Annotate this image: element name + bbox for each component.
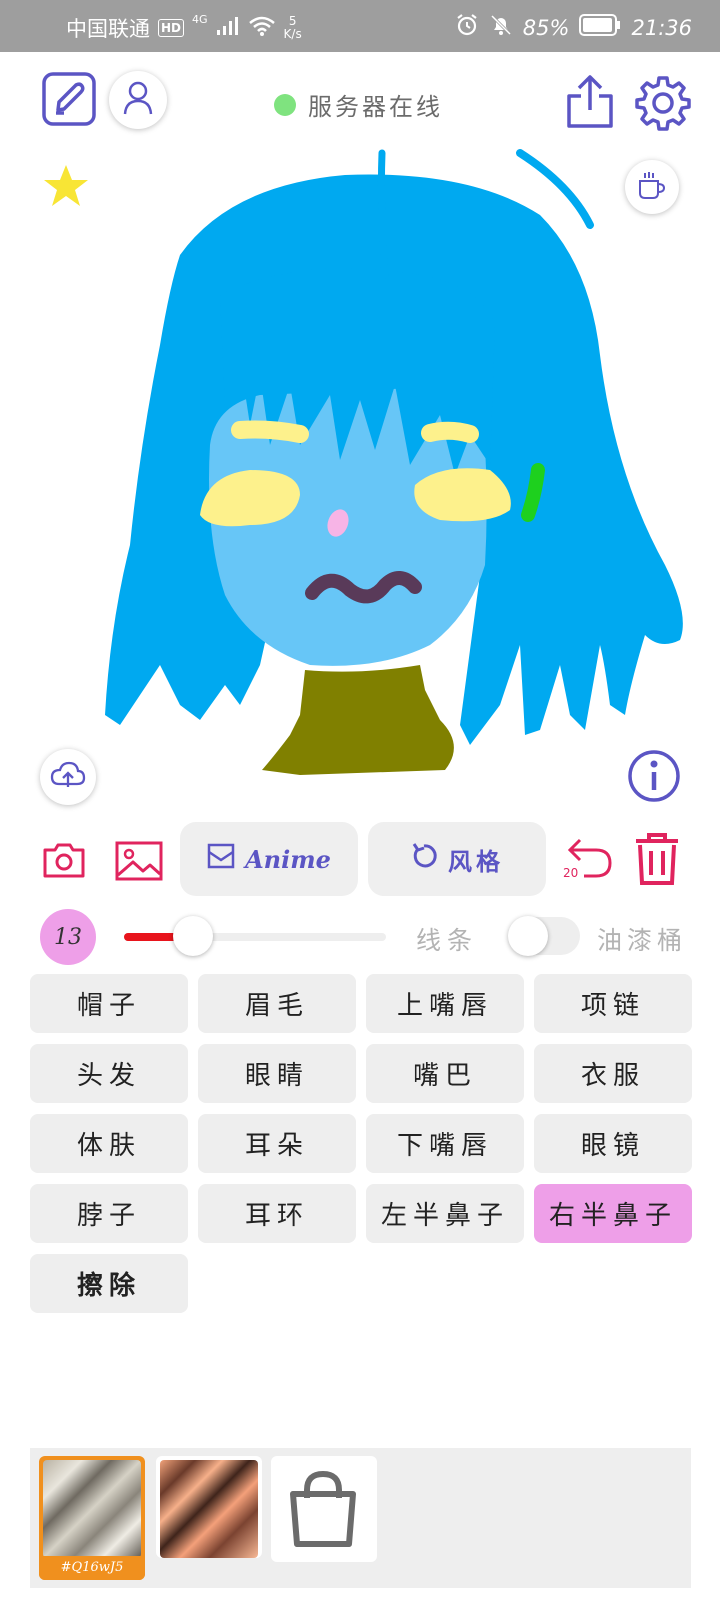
part-button[interactable]: 右半鼻子 (534, 1184, 692, 1243)
part-button[interactable]: 眼睛 (198, 1044, 356, 1103)
left-eyebrow (231, 420, 309, 443)
part-button[interactable]: 头发 (30, 1044, 188, 1103)
speed-value: 5 (288, 14, 297, 28)
upload-button[interactable] (40, 749, 96, 805)
part-button[interactable]: 眉毛 (198, 974, 356, 1033)
server-status: 服务器在线 (274, 87, 443, 122)
bucket-toggle[interactable] (508, 916, 580, 956)
part-button[interactable]: 耳环 (198, 1184, 356, 1243)
coffee-button[interactable] (625, 160, 679, 214)
clock: 21:36 (631, 15, 692, 40)
server-status-dot (274, 93, 296, 116)
battery-icon (579, 14, 621, 41)
part-button[interactable]: 眼镜 (534, 1114, 692, 1173)
style-button-label: 风格 (448, 846, 504, 876)
battery-percent: 85% (522, 15, 570, 40)
style-thumbnail-image (160, 1460, 258, 1558)
drawing-canvas[interactable] (0, 145, 720, 805)
cloud-upload-icon (50, 760, 86, 794)
part-button[interactable]: 衣服 (534, 1044, 692, 1103)
undo-count: 20 (563, 866, 579, 880)
network-speed: 5 K/s (284, 15, 302, 41)
part-button[interactable]: 帽子 (30, 974, 188, 1033)
clothes-shape (262, 665, 454, 775)
info-icon[interactable] (627, 749, 681, 807)
coffee-cup-icon (636, 169, 668, 205)
edit-icon[interactable] (42, 72, 96, 130)
style-thumbnail-caption: #Q16wJ5 (39, 1556, 145, 1580)
toggle-knob (508, 916, 548, 956)
right-eyebrow (421, 421, 479, 443)
part-grid: 帽子 眉毛 上嘴唇 项链头发 眼睛 嘴巴 衣服体肤 耳朵 下嘴唇 眼镜脖子 耳环 左半鼻子 右半鼻子擦除 (30, 974, 692, 1313)
bucket-mode-label: 油漆桶 (597, 926, 688, 955)
mute-bell-icon (489, 13, 513, 42)
part-button[interactable]: 耳朵 (198, 1114, 356, 1173)
brush-size-slider[interactable] (124, 916, 386, 956)
part-button[interactable]: 体肤 (30, 1114, 188, 1173)
server-status-label: 服务器在线 (308, 93, 443, 121)
network-type: 4G (192, 13, 208, 26)
part-button[interactable]: 嘴巴 (366, 1044, 524, 1103)
share-icon[interactable] (565, 74, 615, 134)
anime-model-button[interactable]: Anime (180, 822, 358, 896)
wifi-icon (248, 16, 276, 41)
gallery-image-icon[interactable] (115, 841, 163, 885)
signal-icon (216, 16, 240, 41)
hd-badge: HD (158, 19, 185, 37)
slider-thumb[interactable] (173, 916, 213, 956)
favorite-star-icon[interactable] (42, 163, 90, 213)
part-button[interactable]: 左半鼻子 (366, 1184, 524, 1243)
line-mode-label: 线条 (416, 926, 479, 955)
brush-size-indicator: 13 (40, 909, 96, 965)
right-eye (414, 468, 511, 522)
style-button[interactable]: 风格 (368, 822, 546, 896)
status-bar: 中国联通 HD 4G 5 K/s 85% 21:36 (0, 0, 720, 52)
delete-trash-icon[interactable] (632, 831, 682, 891)
refresh-icon (410, 842, 438, 876)
style-thumbnail-image (43, 1460, 141, 1558)
anime-model-label: Anime (245, 844, 331, 874)
camera-icon[interactable] (42, 841, 86, 883)
envelope-icon (207, 842, 235, 876)
part-button[interactable]: 上嘴唇 (366, 974, 524, 1033)
style-tray: #Q16wJ5 (30, 1448, 691, 1588)
style-thumbnail[interactable]: #Q16wJ5 (39, 1456, 145, 1580)
settings-gear-icon[interactable] (635, 75, 691, 135)
erase-button[interactable]: 擦除 (30, 1254, 188, 1313)
user-icon (123, 81, 153, 119)
part-button[interactable]: 项链 (534, 974, 692, 1033)
carrier-name: 中国联通 (66, 17, 150, 41)
style-store-button[interactable] (271, 1456, 377, 1562)
alarm-icon (455, 13, 479, 42)
shopping-bag-icon (285, 1468, 361, 1554)
part-button[interactable]: 下嘴唇 (366, 1114, 524, 1173)
ahoge-stroke (377, 149, 389, 279)
part-button[interactable]: 脖子 (30, 1184, 188, 1243)
speed-unit: K/s (283, 27, 302, 41)
user-button[interactable] (109, 71, 167, 129)
style-thumbnail[interactable] (156, 1456, 262, 1558)
